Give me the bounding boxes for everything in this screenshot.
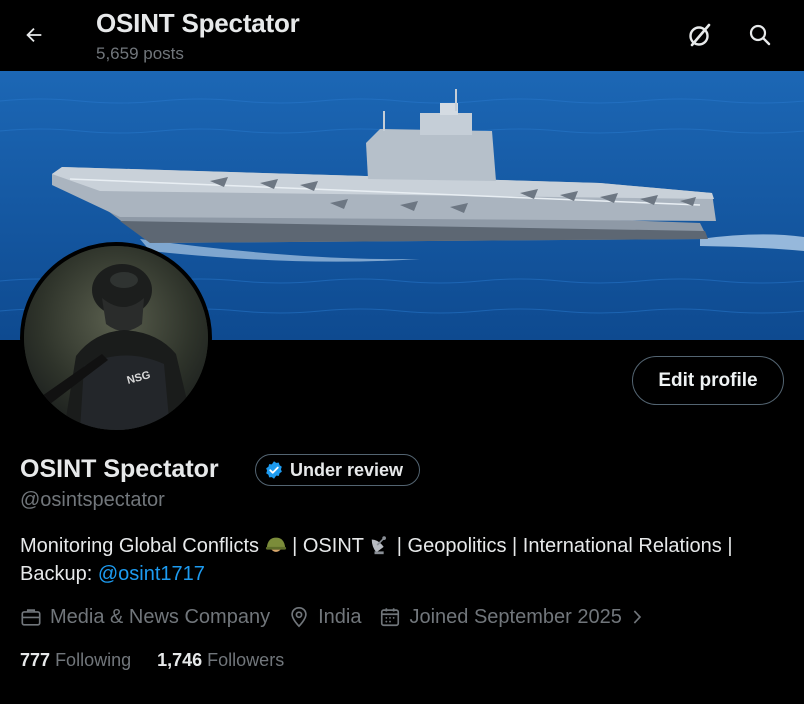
following-label: Following xyxy=(55,650,132,670)
back-button[interactable] xyxy=(14,15,54,55)
verification-status-badge[interactable]: Under review xyxy=(255,454,421,486)
arrow-left-icon xyxy=(26,27,42,43)
military-helmet-icon xyxy=(265,537,286,552)
chevron-right-icon xyxy=(633,610,641,624)
briefcase-icon xyxy=(21,609,41,626)
followers-link[interactable]: 1,746 Followers xyxy=(157,650,284,671)
soldier-avatar-image: NSG xyxy=(24,246,208,430)
category-label: Media & News Company xyxy=(50,605,271,628)
backup-account-link[interactable]: @osint1717 xyxy=(98,563,205,585)
meta-joined[interactable]: Joined September 2025 xyxy=(379,606,645,629)
search-button[interactable] xyxy=(740,15,780,55)
joined-label: Joined September 2025 xyxy=(409,605,622,628)
search-icon xyxy=(749,24,771,46)
profile-handle: @osintspectator xyxy=(20,489,165,511)
grok-button[interactable] xyxy=(680,15,720,55)
profile-header: OSINT Spectator 5,659 posts xyxy=(0,0,804,71)
verified-icon xyxy=(266,461,282,479)
meta-location: India xyxy=(288,606,361,629)
bio-text-2: | OSINT xyxy=(292,535,364,557)
edit-profile-button[interactable]: Edit profile xyxy=(632,356,784,405)
profile-bio: Monitoring Global Conflicts | OSINT | Ge… xyxy=(20,532,790,588)
grok-icon xyxy=(689,23,711,47)
follow-stats: 777 Following 1,746 Followers xyxy=(20,650,310,671)
location-pin-icon xyxy=(291,607,307,628)
followers-count: 1,746 xyxy=(157,650,203,670)
meta-category: Media & News Company xyxy=(20,606,270,629)
header-title: OSINT Spectator xyxy=(96,8,300,38)
following-link[interactable]: 777 Following xyxy=(20,650,131,671)
bio-text-1: Monitoring Global Conflicts xyxy=(20,535,259,557)
satellite-antenna-icon xyxy=(371,536,387,555)
followers-label: Followers xyxy=(207,650,285,670)
profile-meta: Media & News Company India Joined Septem… xyxy=(20,603,664,631)
header-post-count: 5,659 posts xyxy=(96,44,184,63)
badge-label: Under review xyxy=(290,459,404,480)
location-label: India xyxy=(318,605,362,628)
following-count: 777 xyxy=(20,650,51,670)
profile-avatar[interactable]: NSG xyxy=(20,242,212,434)
profile-name: OSINT Spectator xyxy=(20,455,219,483)
calendar-icon xyxy=(381,608,400,627)
